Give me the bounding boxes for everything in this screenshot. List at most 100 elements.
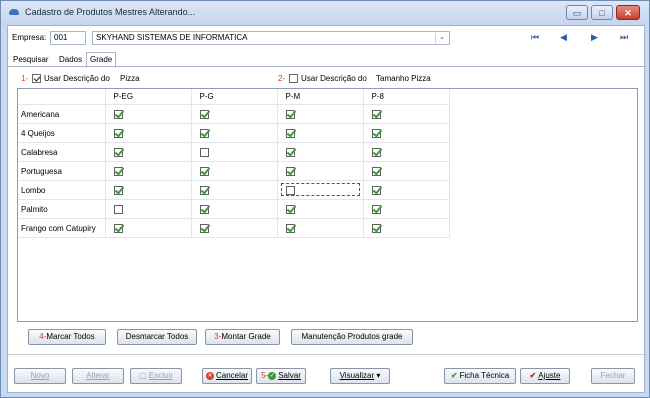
novo-button[interactable]: Novo	[14, 368, 66, 384]
grid-checkbox[interactable]	[285, 223, 295, 233]
grid-checkbox[interactable]	[285, 166, 295, 176]
grid-checkbox[interactable]	[113, 147, 123, 157]
ficha-label: Ficha Técnica	[459, 371, 510, 380]
grid-cell[interactable]	[363, 180, 450, 200]
first-record-icon[interactable]: ⏮	[531, 32, 539, 43]
grid-cell[interactable]	[277, 199, 364, 219]
grid-cell[interactable]	[191, 123, 278, 143]
column-header[interactable]: P-8	[363, 89, 450, 105]
grid-checkbox[interactable]	[285, 185, 295, 195]
grid-checkbox[interactable]	[285, 128, 295, 138]
grid-row[interactable]: Palmito	[18, 199, 450, 219]
grid-row[interactable]: Frango com Catupiry	[18, 218, 450, 238]
grid-checkbox[interactable]	[371, 204, 381, 214]
grid-cell[interactable]	[277, 123, 364, 143]
title-bar[interactable]: Cadastro de Produtos Mestres Alterando..…	[1, 1, 649, 25]
salvar-button[interactable]: 5-✓ Salvar	[256, 368, 306, 384]
montar-grade-button[interactable]: 3-Montar Grade	[205, 329, 280, 345]
grid-cell[interactable]	[105, 123, 192, 143]
grid-cell[interactable]	[191, 199, 278, 219]
excluir-button[interactable]: ▢ Excluir	[130, 368, 182, 384]
row-name: Lombo	[18, 180, 106, 200]
grid-checkbox[interactable]	[285, 204, 295, 214]
grid-cell[interactable]	[277, 161, 364, 181]
desmarcar-todos-button[interactable]: Desmarcar Todos	[117, 329, 197, 345]
grid-cell[interactable]	[105, 104, 192, 124]
grid-checkbox[interactable]	[113, 128, 123, 138]
grid-checkbox[interactable]	[199, 223, 209, 233]
grid-cell[interactable]	[191, 180, 278, 200]
grid-checkbox[interactable]	[113, 166, 123, 176]
empresa-name-combo[interactable]: SKYHAND SISTEMAS DE INFORMATICA ⌄	[92, 31, 450, 45]
grid-checkbox[interactable]	[113, 109, 123, 119]
visualizar-button[interactable]: Visualizar ▾	[330, 368, 390, 384]
grid-cell[interactable]	[191, 104, 278, 124]
grid-checkbox[interactable]	[113, 185, 123, 195]
tab-dados[interactable]: Dados	[56, 53, 85, 66]
tab-pesquisar[interactable]: Pesquisar	[10, 53, 52, 66]
grid-cell[interactable]	[191, 218, 278, 238]
grid-checkbox[interactable]	[371, 223, 381, 233]
chevron-down-icon[interactable]: ⌄	[435, 33, 448, 43]
grid-checkbox[interactable]	[371, 147, 381, 157]
grid-cell[interactable]	[363, 199, 450, 219]
grid-cell[interactable]	[363, 161, 450, 181]
ajuste-button[interactable]: ✔ Ajuste	[520, 368, 570, 384]
cancelar-button[interactable]: ✕ Cancelar	[202, 368, 252, 384]
close-button[interactable]: ✕	[616, 5, 640, 20]
grid-checkbox[interactable]	[199, 109, 209, 119]
grid-row[interactable]: Lombo	[18, 180, 450, 200]
grid-cell[interactable]	[105, 142, 192, 162]
minimize-button[interactable]: ▭	[566, 5, 588, 20]
grid-checkbox[interactable]	[371, 109, 381, 119]
column-header[interactable]: P-EG	[105, 89, 192, 105]
grid-cell[interactable]	[105, 199, 192, 219]
column-header[interactable]: P-G	[191, 89, 278, 105]
grid-cell[interactable]	[191, 161, 278, 181]
grid-checkbox[interactable]	[199, 185, 209, 195]
grid-cell[interactable]	[277, 104, 364, 124]
usar-descricao-tamanho-checkbox[interactable]	[289, 74, 298, 83]
ficha-tecnica-button[interactable]: ✔ Ficha Técnica	[444, 368, 516, 384]
grid-checkbox[interactable]	[199, 128, 209, 138]
manutencao-produtos-grade-button[interactable]: Manutenção Produtos grade	[291, 329, 413, 345]
grid-cell[interactable]	[363, 142, 450, 162]
grid-cell[interactable]	[191, 142, 278, 162]
grade-grid[interactable]: P-EG P-G P-M P-8 Americana 4 Queijos Calab…	[17, 88, 638, 322]
grid-checkbox[interactable]	[113, 223, 123, 233]
grid-checkbox[interactable]	[113, 204, 123, 214]
grid-row[interactable]: 4 Queijos	[18, 123, 450, 143]
grid-row[interactable]: Portuguesa	[18, 161, 450, 181]
grid-cell[interactable]	[363, 123, 450, 143]
fechar-button[interactable]: Fechar	[591, 368, 635, 384]
grid-checkbox[interactable]	[285, 147, 295, 157]
grid-row[interactable]: Americana	[18, 104, 450, 124]
marcar-todos-button[interactable]: 4-Marcar Todos	[28, 329, 106, 345]
grid-cell[interactable]	[105, 218, 192, 238]
grid-cell[interactable]	[363, 104, 450, 124]
alterar-label: Alterar	[86, 371, 110, 380]
grid-checkbox[interactable]	[371, 185, 381, 195]
grid-row[interactable]: Calabresa	[18, 142, 450, 162]
prev-record-icon[interactable]: ◀	[560, 32, 567, 43]
alterar-button[interactable]: Alterar	[72, 368, 124, 384]
empresa-code-field[interactable]: 001	[50, 31, 86, 45]
grid-checkbox[interactable]	[199, 204, 209, 214]
grid-cell[interactable]	[105, 161, 192, 181]
grid-checkbox[interactable]	[199, 147, 209, 157]
last-record-icon[interactable]: ⏭	[620, 32, 628, 43]
maximize-button[interactable]: □	[591, 5, 613, 20]
grid-cell[interactable]	[277, 218, 364, 238]
option-2-marker: 2-	[278, 74, 286, 83]
grid-cell[interactable]	[363, 218, 450, 238]
usar-descricao-pizza-checkbox[interactable]	[32, 74, 41, 83]
grid-cell[interactable]	[105, 180, 192, 200]
grid-checkbox[interactable]	[285, 109, 295, 119]
grid-cell[interactable]	[277, 180, 364, 200]
grid-checkbox[interactable]	[371, 128, 381, 138]
column-header[interactable]: P-M	[277, 89, 364, 105]
grid-checkbox[interactable]	[371, 166, 381, 176]
grid-cell[interactable]	[277, 142, 364, 162]
next-record-icon[interactable]: ▶	[591, 32, 598, 43]
grid-checkbox[interactable]	[199, 166, 209, 176]
